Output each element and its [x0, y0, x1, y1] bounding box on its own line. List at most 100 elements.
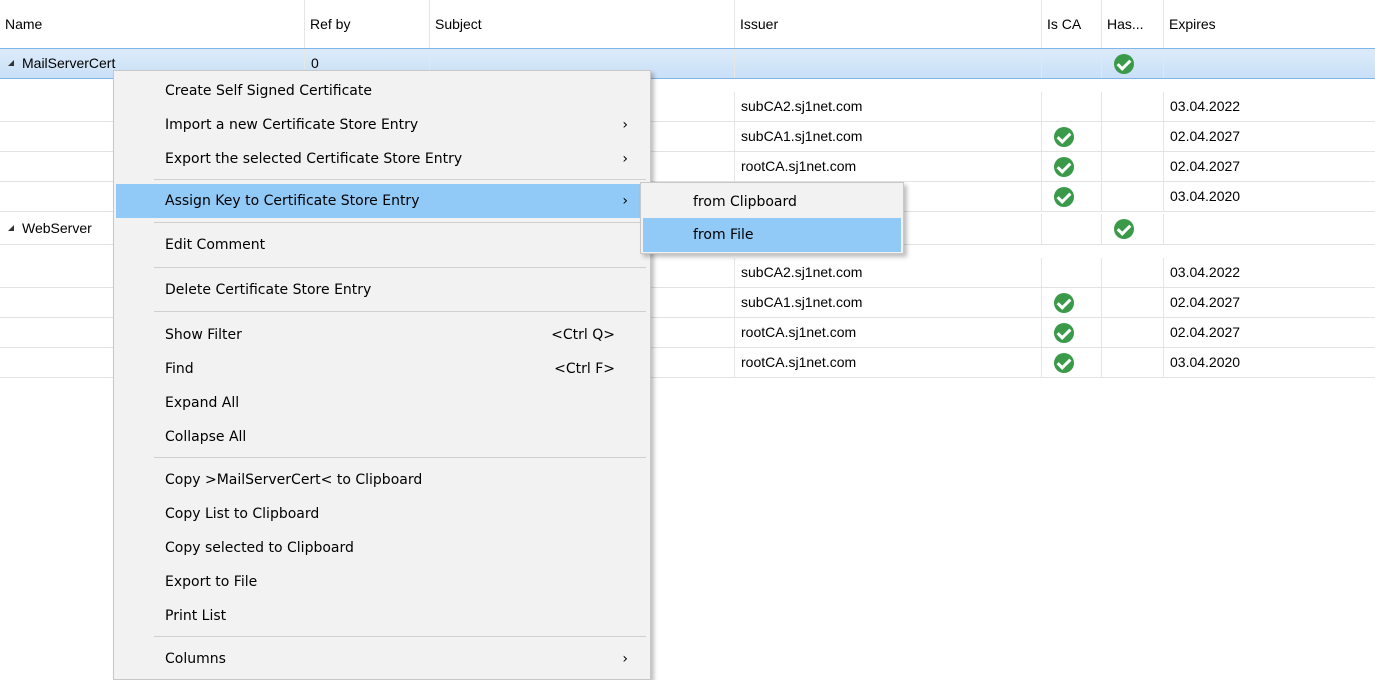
cell-isca: [1042, 348, 1102, 377]
cell-isca: [1042, 92, 1102, 121]
menu-edit-comment[interactable]: Edit Comment: [116, 228, 648, 262]
column-header-subject[interactable]: Subject: [430, 0, 735, 48]
menu-label: Expand All: [165, 395, 240, 411]
menu-label: from File: [693, 227, 754, 243]
cell-has: [1102, 92, 1164, 121]
chevron-right-icon: ›: [622, 193, 628, 209]
cell-isca: [1042, 49, 1102, 78]
cell-isca: [1042, 122, 1102, 151]
menu-export-file[interactable]: Export to File: [116, 565, 648, 599]
row-name: WebServer: [22, 220, 92, 236]
column-header-issuer[interactable]: Issuer: [735, 0, 1042, 48]
menu-label: Show Filter: [165, 327, 242, 343]
menu-copy-name[interactable]: Copy >MailServerCert< to Clipboard: [116, 463, 648, 497]
menu-label: Find: [165, 361, 194, 377]
cell-expires: [1164, 214, 1375, 244]
menu-collapse-all[interactable]: Collapse All: [116, 420, 648, 454]
menu-separator: [154, 267, 646, 268]
check-icon: [1114, 219, 1134, 239]
cell-expires: 03.04.2022: [1170, 264, 1241, 280]
expand-toggle-icon[interactable]: [8, 225, 14, 231]
assign-key-submenu: from Clipboard from File: [640, 182, 904, 254]
cell-expires: [1164, 49, 1375, 78]
menu-label: Assign Key to Certificate Store Entry: [165, 193, 420, 209]
cell-expires: 02.04.2027: [1170, 324, 1241, 340]
cell-has: [1102, 288, 1164, 317]
check-icon: [1054, 293, 1074, 313]
cell-has: [1102, 49, 1164, 78]
chevron-right-icon: ›: [622, 151, 628, 167]
cell-expires: 02.04.2027: [1170, 294, 1241, 310]
cell-has: [1102, 214, 1164, 244]
menu-label: from Clipboard: [693, 194, 797, 210]
menu-delete-entry[interactable]: Delete Certificate Store Entry: [116, 273, 648, 307]
cell-has: [1102, 318, 1164, 347]
menu-copy-list[interactable]: Copy List to Clipboard: [116, 497, 648, 531]
cell-isca: [1042, 318, 1102, 347]
menu-import-entry[interactable]: Import a new Certificate Store Entry ›: [116, 108, 648, 142]
cell-issuer: rootCA.sj1net.com: [735, 348, 1042, 377]
cell-issuer: subCA1.sj1net.com: [735, 288, 1042, 317]
menu-assign-key[interactable]: Assign Key to Certificate Store Entry ›: [116, 184, 648, 218]
cell-isca: [1042, 258, 1102, 287]
cell-expires: 02.04.2027: [1170, 128, 1241, 144]
shortcut-label: <Ctrl F>: [554, 361, 615, 377]
chevron-right-icon: ›: [622, 651, 628, 667]
expand-toggle-icon[interactable]: [8, 60, 14, 66]
column-header-has[interactable]: Has...: [1102, 0, 1164, 48]
column-header-name[interactable]: Name: [0, 0, 305, 48]
check-icon: [1054, 127, 1074, 147]
menu-separator: [154, 636, 646, 637]
column-header-expires[interactable]: Expires: [1164, 0, 1375, 48]
menu-separator: [154, 179, 646, 180]
menu-label: Print List: [165, 608, 227, 624]
check-icon: [1054, 157, 1074, 177]
menu-expand-all[interactable]: Expand All: [116, 386, 648, 420]
cell-has: [1102, 182, 1164, 211]
menu-find[interactable]: Find <Ctrl F>: [116, 352, 648, 386]
menu-separator: [154, 222, 646, 223]
menu-copy-selected[interactable]: Copy selected to Clipboard: [116, 531, 648, 565]
check-icon: [1054, 353, 1074, 373]
cell-isca: [1042, 152, 1102, 181]
column-header-refby[interactable]: Ref by: [305, 0, 430, 48]
menu-columns[interactable]: Columns ›: [116, 642, 648, 676]
cell-issuer: [735, 49, 1042, 78]
menu-create-self-signed[interactable]: Create Self Signed Certificate: [116, 74, 648, 108]
menu-label: Columns: [165, 651, 226, 667]
submenu-from-clipboard[interactable]: from Clipboard: [643, 185, 901, 219]
column-header-isca[interactable]: Is CA: [1042, 0, 1102, 48]
menu-label: Copy List to Clipboard: [165, 506, 320, 522]
shortcut-label: <Ctrl Q>: [551, 327, 615, 343]
chevron-right-icon: ›: [622, 117, 628, 133]
menu-separator: [154, 311, 646, 312]
cell-expires: 02.04.2027: [1170, 158, 1241, 174]
menu-separator: [154, 457, 646, 458]
menu-label: Collapse All: [165, 429, 247, 445]
check-icon: [1114, 54, 1134, 74]
menu-label: Copy >MailServerCert< to Clipboard: [165, 472, 423, 488]
cell-issuer: subCA2.sj1net.com: [735, 258, 1042, 287]
menu-label: Edit Comment: [165, 237, 266, 253]
cell-isca: [1042, 214, 1102, 244]
check-icon: [1054, 187, 1074, 207]
cell-isca: [1042, 182, 1102, 211]
cell-expires: 03.04.2020: [1170, 354, 1241, 370]
submenu-from-file[interactable]: from File: [643, 218, 901, 252]
cell-issuer: rootCA.sj1net.com: [735, 318, 1042, 347]
cell-has: [1102, 122, 1164, 151]
row-name: MailServerCert: [22, 55, 116, 71]
menu-print-list[interactable]: Print List: [116, 599, 648, 633]
grid-header: Name Ref by Subject Issuer Is CA Has... …: [0, 0, 1375, 48]
cell-has: [1102, 258, 1164, 287]
menu-export-selected[interactable]: Export the selected Certificate Store En…: [116, 142, 648, 176]
menu-label: Delete Certificate Store Entry: [165, 282, 372, 298]
menu-show-filter[interactable]: Show Filter <Ctrl Q>: [116, 318, 648, 352]
cell-issuer: subCA1.sj1net.com: [735, 122, 1042, 151]
cell-expires: 03.04.2020: [1170, 188, 1241, 204]
cell-has: [1102, 348, 1164, 377]
cell-issuer: rootCA.sj1net.com: [735, 152, 1042, 181]
menu-label: Export the selected Certificate Store En…: [165, 151, 463, 167]
menu-label: Copy selected to Clipboard: [165, 540, 354, 556]
menu-label: Export to File: [165, 574, 258, 590]
